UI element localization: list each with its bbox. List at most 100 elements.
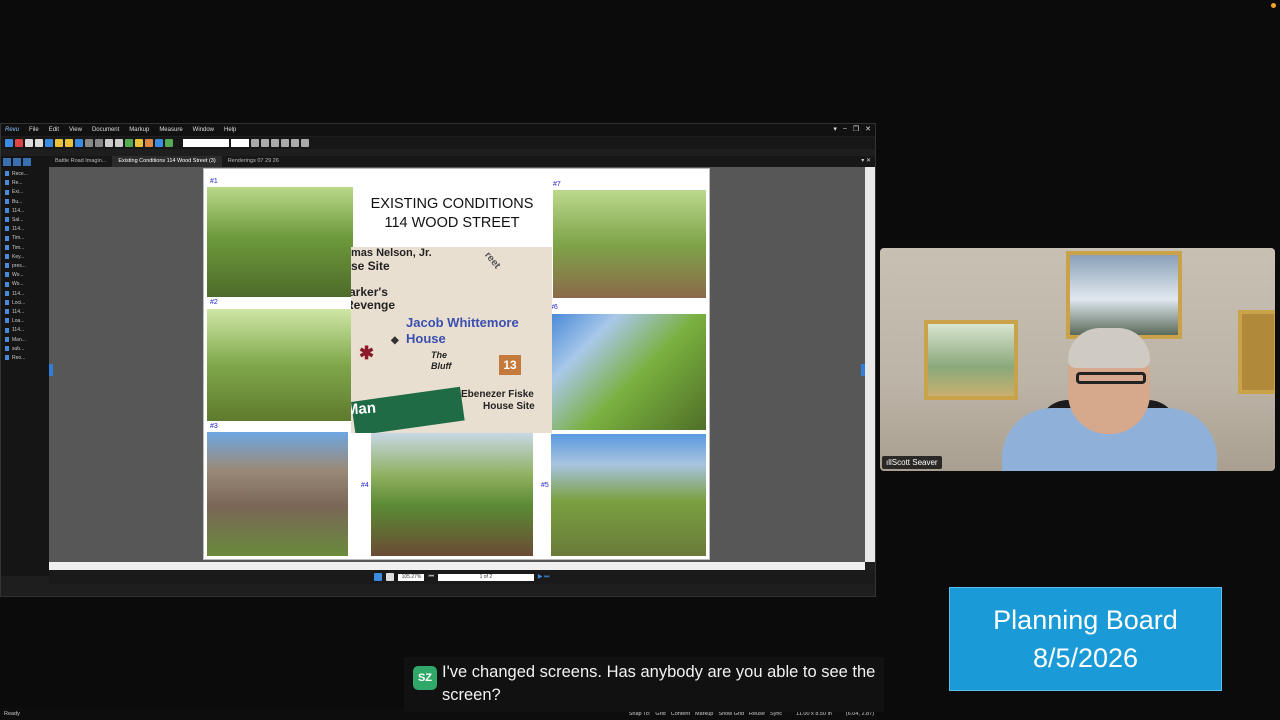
align-left-icon[interactable] (281, 139, 289, 147)
menu-edit[interactable]: Edit (49, 127, 59, 133)
photo-6 (551, 314, 706, 430)
list-item[interactable]: Reo... (5, 354, 45, 363)
map-label: Ebenezer Fiske (461, 389, 534, 400)
list-item[interactable]: 114... (5, 290, 45, 299)
list-item[interactable]: Key... (5, 253, 45, 262)
list-item[interactable]: Re... (5, 179, 45, 188)
line-style-icon[interactable] (301, 139, 309, 147)
note-icon[interactable] (135, 139, 143, 147)
trail-marker-badge: 13 (499, 355, 521, 375)
photo-4 (371, 432, 533, 556)
zoom-level[interactable]: 105.27% (398, 573, 425, 581)
image-icon[interactable] (145, 139, 153, 147)
photo-label-5: #5 (541, 482, 549, 489)
house-marker-icon: ◆ (391, 335, 399, 346)
check-icon[interactable] (165, 139, 173, 147)
next-page-icon[interactable]: ▶ ⏭ (538, 573, 550, 581)
font-family-select[interactable] (183, 139, 229, 147)
menu-markup[interactable]: Markup (129, 127, 149, 133)
recording-indicator-icon (1271, 3, 1276, 8)
menu-help[interactable]: Help (224, 127, 236, 133)
list-item[interactable]: Man... (5, 336, 45, 345)
folder-icon[interactable] (55, 139, 63, 147)
print-icon[interactable] (125, 139, 133, 147)
minimize-button[interactable]: – (843, 125, 847, 133)
menu-file[interactable]: File (29, 127, 39, 133)
paste-icon[interactable] (115, 139, 123, 147)
glasses (1076, 372, 1146, 384)
tab-battle-road[interactable]: Battle Road Imagin... (49, 156, 112, 167)
minimize-icon[interactable]: ▾ (833, 125, 837, 133)
map-label: arker's (351, 285, 388, 299)
meeting-banner: Planning Board 8/5/2026 (949, 587, 1222, 691)
zoom-tool-icon[interactable] (386, 573, 395, 581)
map-label: se Site (351, 259, 390, 273)
list-item[interactable]: 114... (5, 207, 45, 216)
vertical-scrollbar[interactable] (865, 167, 875, 562)
horizontal-scrollbar[interactable] (49, 562, 865, 570)
close-button[interactable]: ✕ (865, 125, 871, 133)
bold-icon[interactable] (251, 139, 259, 147)
close-tab-icon[interactable]: ▾ ✕ (861, 157, 871, 164)
list-item[interactable]: sub... (5, 345, 45, 354)
stamp-icon[interactable] (75, 139, 83, 147)
first-page-icon[interactable]: ⏮ (428, 574, 433, 581)
list-item[interactable]: Exi... (5, 188, 45, 197)
tab-renderings[interactable]: Renderings 07 29 26 (222, 156, 285, 167)
save-icon[interactable] (155, 139, 163, 147)
menu-measure[interactable]: Measure (159, 127, 182, 133)
participant-video: ıllScott Seaver (880, 248, 1275, 471)
pen-tool-icon[interactable] (15, 139, 23, 147)
person-hair (1068, 328, 1150, 368)
page-navigation[interactable]: 1 of 2 (437, 573, 534, 581)
select-tool-icon[interactable] (5, 139, 13, 147)
photo-2 (207, 309, 357, 421)
highlight-icon[interactable] (65, 139, 73, 147)
italic-icon[interactable] (261, 139, 269, 147)
caption-text: I've changed screens. Has anybody are yo… (442, 663, 876, 704)
restore-button[interactable]: ❐ (853, 125, 859, 133)
redo-icon[interactable] (95, 139, 103, 147)
panel-tool-icon[interactable] (23, 158, 31, 166)
map-label: Revenge (351, 298, 396, 312)
street-label: reet (482, 249, 503, 272)
list-item[interactable]: Rece... (5, 170, 45, 179)
list-item[interactable]: Bu... (5, 198, 45, 207)
list-item[interactable]: Wo... (5, 271, 45, 280)
photo-label-7: #7 (553, 181, 561, 188)
undo-icon[interactable] (85, 139, 93, 147)
left-panel-handle[interactable] (49, 364, 53, 376)
status-text: Ready (4, 711, 20, 717)
star-icon: ✱ (359, 343, 375, 363)
font-size-select[interactable] (231, 139, 249, 147)
pan-tool-icon[interactable] (374, 573, 383, 581)
panel-tool-icon[interactable] (3, 158, 11, 166)
wall-painting (924, 320, 1018, 400)
cloud-tool-icon[interactable] (45, 139, 53, 147)
list-item[interactable]: Loci... (5, 299, 45, 308)
menu-window[interactable]: Window (193, 127, 214, 133)
copy-icon[interactable] (105, 139, 113, 147)
list-item[interactable]: Tim... (5, 244, 45, 253)
list-item[interactable]: 114... (5, 326, 45, 335)
list-item[interactable]: Sal... (5, 216, 45, 225)
app-logo: Revu (5, 127, 20, 133)
tab-existing-conditions[interactable]: Existing Conditions 114 Wood Street (3) (112, 156, 222, 167)
list-item[interactable]: pres... (5, 262, 45, 271)
panel-tool-icon[interactable] (13, 158, 21, 166)
underline-icon[interactable] (271, 139, 279, 147)
list-item[interactable]: 114... (5, 225, 45, 234)
list-item[interactable]: Wo... (5, 280, 45, 289)
align-center-icon[interactable] (291, 139, 299, 147)
map-label: House Site (483, 401, 535, 412)
document-tabs: Battle Road Imagin... Existing Condition… (49, 156, 875, 167)
list-item[interactable]: Tim... (5, 234, 45, 243)
circle-tool-icon[interactable] (25, 139, 33, 147)
menu-view[interactable]: View (69, 127, 82, 133)
list-item[interactable]: 114... (5, 308, 45, 317)
dot-tool-icon[interactable] (35, 139, 43, 147)
document-page: #1 #2 #3 #4 #5 #6 #7 mas Nelson, Jr. se … (203, 168, 710, 560)
map-label: The (431, 350, 448, 360)
list-item[interactable]: Loa... (5, 317, 45, 326)
menu-document[interactable]: Document (92, 127, 119, 133)
